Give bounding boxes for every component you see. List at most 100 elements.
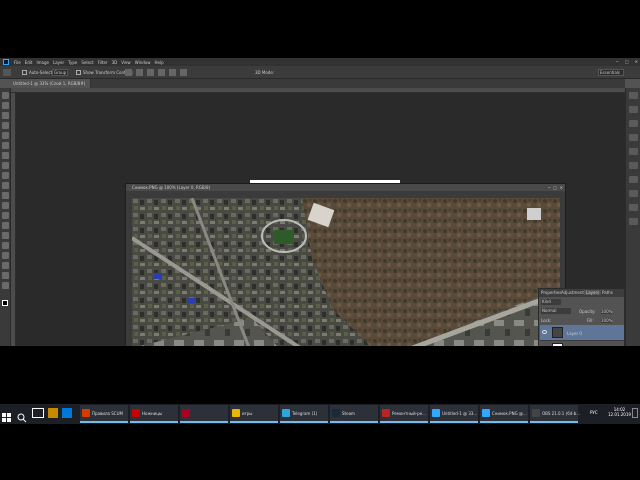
auto-select-dropdown[interactable]: Group [52,69,68,76]
menu-item-image[interactable]: Image [36,60,49,65]
menu-item-file[interactable]: File [14,60,21,65]
eyedropper-tool-icon[interactable] [2,142,9,149]
pen-tool-icon[interactable] [2,232,9,239]
image-window-close-button[interactable]: ✕ [560,185,563,190]
healing-tool-icon[interactable] [2,152,9,159]
menu-item-filter[interactable]: Filter [98,60,108,65]
move-tool-preset-icon[interactable] [3,69,11,76]
image-window-titlebar[interactable]: Снимок.PNG @ 100% (Layer 0, RGB/8) − □ ✕ [126,184,565,191]
search-icon[interactable] [17,408,27,423]
character-panel-icon[interactable] [629,162,638,169]
align-left-icon[interactable] [158,69,165,76]
adjustments-panel-icon[interactable] [629,134,638,141]
align-right-icon[interactable] [180,69,187,76]
menu-item-3d[interactable]: 3D [112,60,118,65]
layers-panel-icon[interactable] [629,190,638,197]
tab-layers[interactable]: Layers [584,290,602,295]
taskbar-item[interactable]: Правила SCUM [80,405,128,423]
fill-input[interactable]: 100% [601,318,613,323]
taskbar-item[interactable]: Untitled-1 @ 33... [430,405,478,423]
align-middle-icon[interactable] [136,69,143,76]
swatches-panel-icon[interactable] [629,120,638,127]
tab-adjustments[interactable]: Adjustments [561,290,586,295]
taskbar-item-label: Steam [342,411,355,416]
close-button[interactable]: ✕ [635,59,638,64]
taskbar-item[interactable]: Ремонтный-ре... [380,405,428,423]
menu-item-edit[interactable]: Edit [25,60,33,65]
image-window-maximize-button[interactable]: □ [553,185,557,190]
task-view-icon[interactable] [32,408,44,418]
blend-mode-dropdown[interactable]: Normal [541,308,571,314]
marquee-tool-icon[interactable] [2,102,9,109]
gradient-tool-icon[interactable] [2,202,9,209]
dodge-tool-icon[interactable] [2,222,9,229]
shape-tool-icon[interactable] [2,262,9,269]
align-center-icon[interactable] [169,69,176,76]
menu-item-view[interactable]: View [121,60,131,65]
file-explorer-icon[interactable] [48,408,58,418]
layer-row[interactable]: Layer 0 [540,325,624,341]
type-tool-icon[interactable] [2,242,9,249]
move-tool-icon[interactable] [2,92,9,99]
taskbar-item[interactable]: Снимок.PNG @... [480,405,528,423]
options-bar: Auto-Select: Group Show Transform Contro… [0,66,640,79]
layer-name[interactable]: Layer 0 [567,331,582,336]
align-bottom-icon[interactable] [147,69,154,76]
brush-tool-icon[interactable] [2,162,9,169]
foreground-color-swatch[interactable] [2,300,8,306]
show-transform-checkbox[interactable] [76,70,81,75]
history-brush-tool-icon[interactable] [2,182,9,189]
clock[interactable]: 14:02 12.01.2019 [608,407,631,417]
taskbar-item[interactable]: OBS 21.0.1 (64-b... [530,405,580,423]
align-top-icon[interactable] [125,69,132,76]
notifications-icon[interactable] [632,408,638,418]
maximize-button[interactable]: □ [625,59,629,64]
tab-paths[interactable]: Paths [602,290,613,295]
visibility-eye-icon[interactable] [542,330,547,334]
taskbar-item[interactable]: Telegram (1) [280,405,328,423]
path-select-tool-icon[interactable] [2,252,9,259]
eraser-tool-icon[interactable] [2,192,9,199]
paths-panel-icon[interactable] [629,218,638,225]
window-controls: − □ ✕ [616,59,639,64]
lasso-tool-icon[interactable] [2,112,9,119]
taskbar-item[interactable]: игры [230,405,278,423]
taskbar-item[interactable] [180,405,228,423]
workspace-dropdown[interactable]: Essentials [598,69,624,76]
language-indicator[interactable]: РУС [590,410,598,415]
taskbar-item[interactable]: Ножницы [130,405,178,423]
document-tab[interactable]: Untitled-1 @ 33% (Слой 1, RGB/8#) [11,79,91,88]
quick-select-tool-icon[interactable] [2,122,9,129]
blur-tool-icon[interactable] [2,212,9,219]
styles-panel-icon[interactable] [629,148,638,155]
channels-panel-icon[interactable] [629,204,638,211]
color-panel-icon[interactable] [629,106,638,113]
3d-mode-label: 3D Mode: [255,70,275,75]
screen-bottom-border [0,424,640,480]
menu-item-type[interactable]: Type [68,60,77,65]
auto-select-checkbox[interactable] [22,70,27,75]
menu-item-layer[interactable]: Layer [53,60,64,65]
app-icon [332,409,340,417]
edge-icon[interactable] [62,408,72,418]
tab-properties[interactable]: Properties [541,290,561,295]
hand-tool-icon[interactable] [2,272,9,279]
menu-item-help[interactable]: Help [154,60,163,65]
minimize-button[interactable]: − [616,59,619,64]
crop-tool-icon[interactable] [2,132,9,139]
kind-filter-dropdown[interactable]: Kind [541,299,561,305]
auto-select-label: Auto-Select: [29,70,54,75]
windows-start-icon[interactable] [2,408,12,422]
zoom-tool-icon[interactable] [2,282,9,289]
taskbar-item[interactable]: Steam [330,405,378,423]
image-window-minimize-button[interactable]: − [548,185,551,190]
app-icon [132,409,140,417]
paragraph-panel-icon[interactable] [629,176,638,183]
menu-item-select[interactable]: Select [81,60,93,65]
document-tab-title: Untitled-1 @ 33% (Слой 1, RGB/8#) [13,81,86,86]
panel-tabs: Properties Adjustments Layers Paths [539,289,624,297]
menu-item-window[interactable]: Window [135,60,151,65]
opacity-input[interactable]: 100% [601,309,613,314]
clone-stamp-tool-icon[interactable] [2,172,9,179]
history-panel-icon[interactable] [629,92,638,99]
